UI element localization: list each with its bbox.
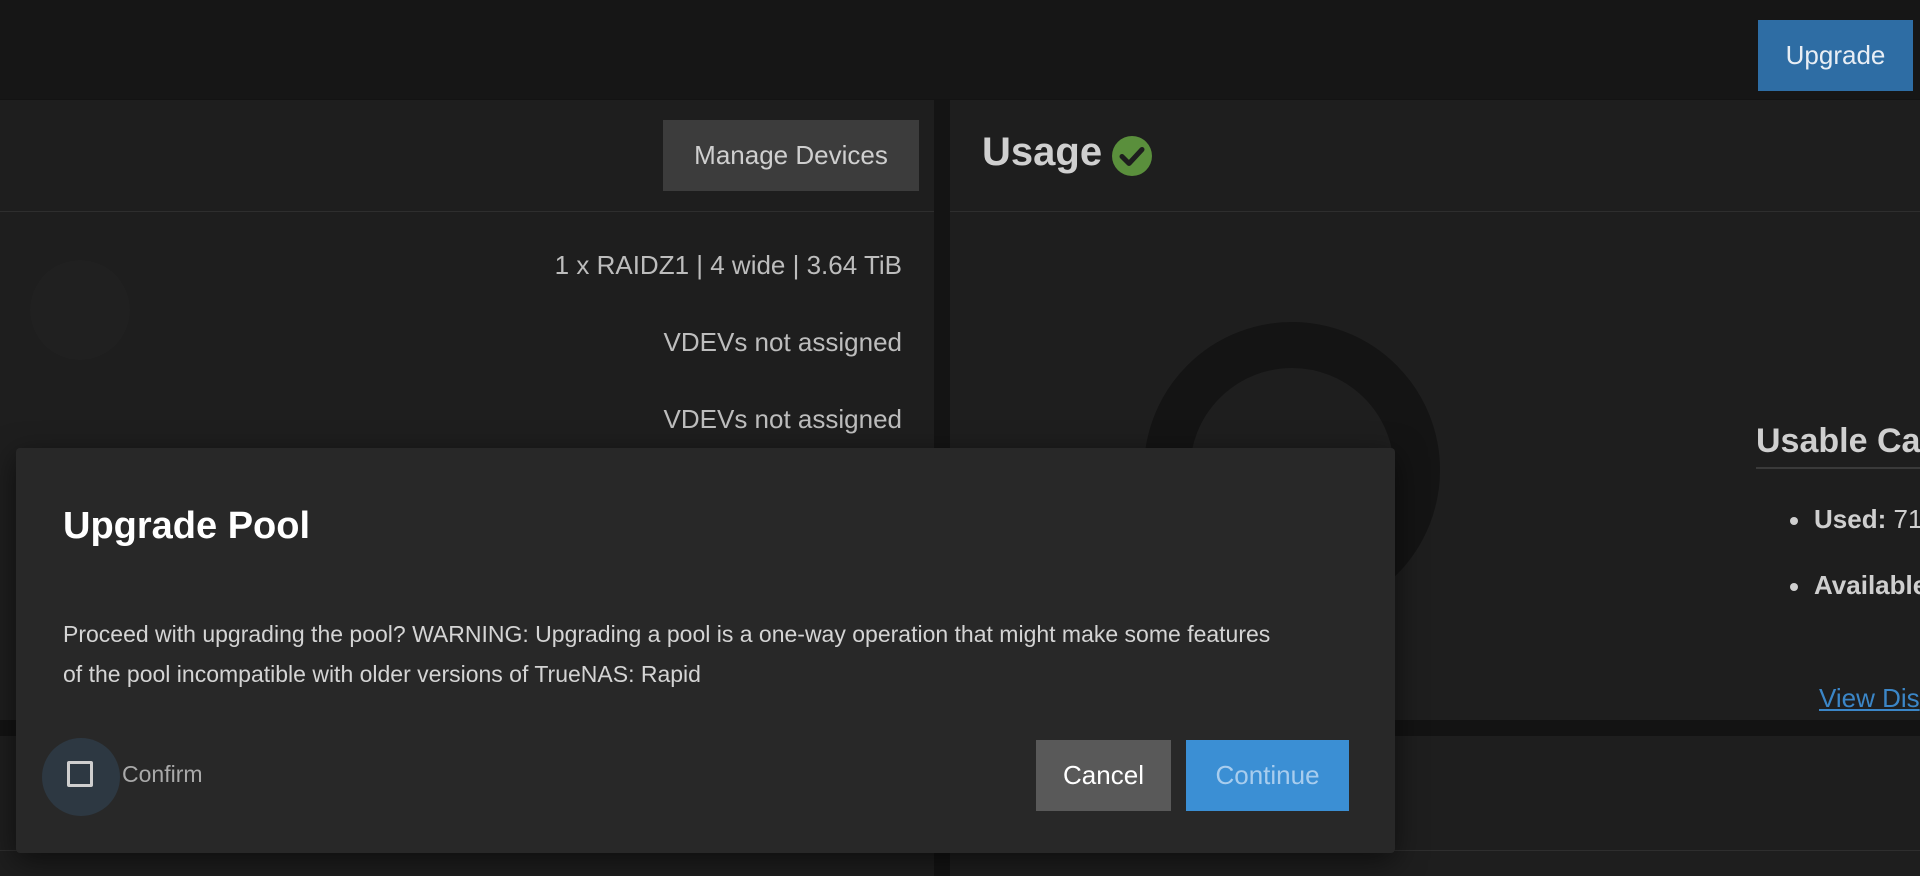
bullet-icon: [1790, 583, 1798, 592]
usage-card-header: Usage: [950, 100, 1920, 212]
used-item: Used: 71: [1790, 504, 1920, 535]
topology-card-header: Manage Devices: [0, 100, 934, 212]
upgrade-button[interactable]: Upgrade: [1758, 20, 1913, 91]
log-vdev-row: VDEVs not assigned: [663, 404, 902, 434]
metadata-vdev-row: VDEVs not assigned: [663, 327, 902, 357]
usable-capacity-title: Usable Ca: [1756, 422, 1920, 469]
view-disk-space-link[interactable]: View Dis: [1819, 683, 1920, 714]
usage-title: Usage: [982, 130, 1103, 174]
manage-devices-button[interactable]: Manage Devices: [663, 120, 919, 191]
dialog-title: Upgrade Pool: [63, 505, 311, 547]
dialog-message: Proceed with upgrading the pool? WARNING…: [63, 614, 1363, 694]
used-value: 71: [1893, 504, 1920, 534]
confirm-label[interactable]: Confirm: [122, 761, 203, 788]
used-label: Used:: [1814, 504, 1887, 534]
dialog-message-line-1: Proceed with upgrading the pool? WARNING…: [63, 621, 1271, 647]
available-label: Available: [1814, 570, 1920, 600]
topology-status-icon: [30, 260, 130, 360]
upgrade-pool-dialog: Upgrade Pool Proceed with upgrading the …: [16, 448, 1395, 853]
dialog-message-line-2: of the pool incompatible with older vers…: [63, 661, 701, 687]
bullet-icon: [1790, 517, 1798, 526]
pool-dashboard: Upgrade Manage Devices 1 x RAIDZ1 | 4 wi…: [0, 0, 1920, 876]
cancel-button[interactable]: Cancel: [1036, 740, 1171, 811]
continue-button[interactable]: Continue: [1186, 740, 1349, 811]
confirm-checkbox[interactable]: [67, 761, 93, 787]
data-vdev-row: 1 x RAIDZ1 | 4 wide | 3.64 TiB: [554, 250, 902, 280]
check-circle-icon: [1112, 136, 1152, 176]
top-bar: Upgrade: [0, 0, 1920, 99]
available-item: Available: [1790, 570, 1920, 601]
